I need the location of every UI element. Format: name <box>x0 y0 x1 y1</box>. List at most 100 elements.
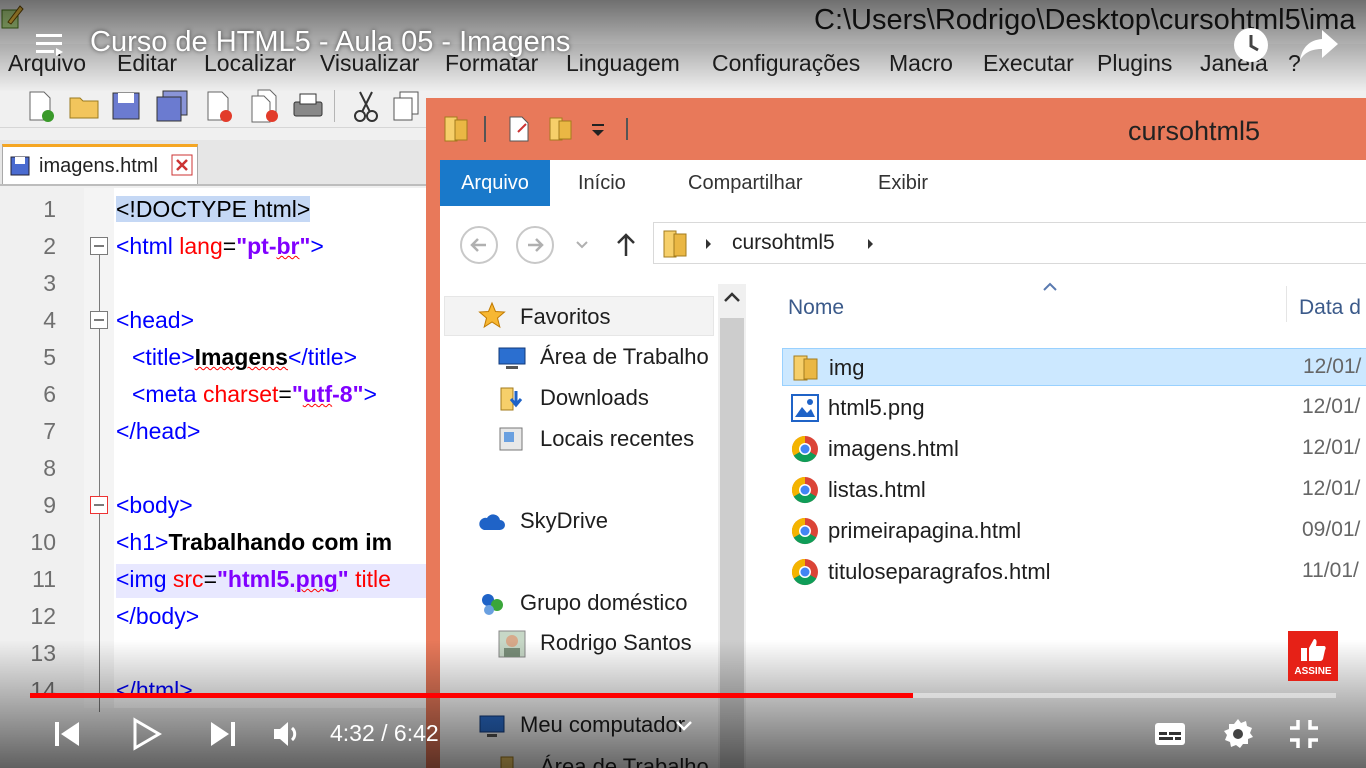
exit-fullscreen-icon[interactable] <box>1286 716 1322 752</box>
computer-icon <box>479 715 505 737</box>
playlist-menu-icon[interactable] <box>34 30 64 58</box>
back-button[interactable] <box>460 226 498 264</box>
scroll-up-icon[interactable] <box>718 284 746 312</box>
nav-homegroup[interactable]: Grupo doméstico <box>520 590 688 616</box>
homegroup-icon <box>482 594 503 615</box>
share-icon[interactable] <box>1298 26 1340 66</box>
string-token: "pt- <box>236 233 277 259</box>
forward-button[interactable] <box>516 226 554 264</box>
volume-icon[interactable] <box>268 716 304 752</box>
line-number: 9 <box>43 492 56 518</box>
column-header-date[interactable]: Data d <box>1299 296 1361 320</box>
save-icon[interactable] <box>108 88 144 124</box>
save-all-icon[interactable] <box>154 88 190 124</box>
attr-token: lang <box>179 233 223 259</box>
file-row-img[interactable]: img 12/01/ <box>782 348 1366 386</box>
scroll-thumb[interactable] <box>720 318 744 768</box>
menu-plugins[interactable]: Plugins <box>1097 50 1172 77</box>
cut-icon[interactable] <box>348 88 384 124</box>
nav-user[interactable]: Rodrigo Santos <box>540 630 692 656</box>
menu-macro[interactable]: Macro <box>889 50 953 77</box>
video-title[interactable]: Curso de HTML5 - Aula 05 - Imagens <box>90 26 570 59</box>
file-row-tituloseparagrafos-html[interactable]: tituloseparagrafos.html 11/01/ <box>782 553 1366 591</box>
previous-icon[interactable] <box>50 716 86 752</box>
image-icon <box>791 394 819 422</box>
chevron-down-icon[interactable] <box>672 714 696 738</box>
code-line-5: <title>Imagens</title> <box>132 344 357 371</box>
progress-bar[interactable] <box>30 693 1336 698</box>
line-number: 11 <box>32 566 56 592</box>
file-date: 12/01/ <box>1302 477 1361 500</box>
fold-toggle-body[interactable] <box>90 496 108 514</box>
print-icon[interactable] <box>290 88 326 124</box>
fold-toggle-head[interactable] <box>90 311 108 329</box>
open-file-icon[interactable] <box>66 88 102 124</box>
tag-token: > <box>363 381 377 407</box>
menu-linguagem[interactable]: Linguagem <box>566 50 680 77</box>
toolbar-separator <box>334 90 335 122</box>
tab-inicio[interactable]: Início <box>578 160 626 206</box>
nav-skydrive[interactable]: SkyDrive <box>520 508 608 534</box>
chrome-icon <box>791 517 818 545</box>
nav-desktop[interactable]: Área de Trabalho <box>540 344 709 370</box>
play-icon[interactable] <box>128 716 164 752</box>
file-row-html5-png[interactable]: html5.png 12/01/ <box>782 389 1366 427</box>
watch-later-icon[interactable] <box>1232 26 1270 64</box>
back-arrow-icon <box>470 238 486 252</box>
properties-icon[interactable] <box>504 114 534 144</box>
nav-recent-places[interactable]: Locais recentes <box>540 426 694 452</box>
tag-token: </title> <box>287 344 358 370</box>
nav-desktop-2[interactable]: Área de Trabalho <box>540 754 709 768</box>
line-number: 1 <box>43 196 56 222</box>
line-number: 5 <box>43 344 56 370</box>
file-row-listas-html[interactable]: listas.html 12/01/ <box>782 471 1366 509</box>
breadcrumb-chevron-icon[interactable] <box>866 237 876 251</box>
address-segment[interactable]: cursohtml5 <box>732 231 835 255</box>
string-token: -8" <box>332 381 364 407</box>
new-file-icon[interactable] <box>22 88 58 124</box>
code-editor[interactable]: 1 2 3 4 5 6 7 8 9 10 11 12 13 14 <!DOCTY… <box>0 188 436 712</box>
file-row-primeirapagina-html[interactable]: primeirapagina.html 09/01/ <box>782 512 1366 550</box>
customize-qat-icon[interactable] <box>588 114 608 144</box>
settings-gear-icon[interactable] <box>1220 716 1256 752</box>
column-separator[interactable] <box>1286 286 1287 322</box>
menu-executar[interactable]: Executar <box>983 50 1074 77</box>
line-number: 3 <box>43 270 56 296</box>
copy-icon[interactable] <box>390 88 426 124</box>
tab-arquivo[interactable]: Arquivo <box>440 160 550 206</box>
code-line-4: <head> <box>116 307 194 334</box>
address-bar[interactable]: cursohtml5 <box>653 222 1366 264</box>
tab-compartilhar[interactable]: Compartilhar <box>688 160 802 206</box>
nav-computer[interactable]: Meu computador <box>520 712 685 738</box>
close-file-icon[interactable] <box>200 88 236 124</box>
subscribe-watermark[interactable]: ASSINE <box>1288 631 1338 681</box>
new-folder-icon[interactable] <box>546 114 576 144</box>
line-number: 6 <box>43 381 56 407</box>
cloud-icon <box>479 514 505 530</box>
tag-token: </html> <box>116 677 193 703</box>
up-arrow-icon[interactable] <box>612 230 640 260</box>
explorer-title: cursohtml5 <box>1128 116 1261 146</box>
code-line-9: <body> <box>116 492 193 519</box>
file-date: 12/01/ <box>1302 436 1361 459</box>
nav-favorites[interactable]: Favoritos <box>520 304 610 330</box>
line-number-gutter: 1 2 3 4 5 6 7 8 9 10 11 12 13 14 <box>0 188 84 708</box>
string-token: utf <box>302 381 333 407</box>
tab-label: imagens.html <box>39 155 158 177</box>
tab-imagens-html[interactable]: imagens.html <box>2 144 198 184</box>
file-row-imagens-html[interactable]: imagens.html 12/01/ <box>782 430 1366 468</box>
recent-locations-chevron-icon[interactable] <box>574 238 590 252</box>
progress-played <box>30 693 913 698</box>
qat-separator <box>484 116 486 142</box>
menu-configuracoes[interactable]: Configurações <box>712 50 860 77</box>
tab-exibir[interactable]: Exibir <box>878 160 928 206</box>
file-name: imagens.html <box>828 436 959 461</box>
close-all-icon[interactable] <box>246 88 282 124</box>
fold-toggle-html[interactable] <box>90 237 108 255</box>
column-header-name[interactable]: Nome <box>788 296 844 320</box>
code-line-10: <h1>Trabalhando com im <box>116 529 392 556</box>
tab-close-icon[interactable] <box>171 154 193 176</box>
subtitles-icon[interactable] <box>1152 716 1188 752</box>
nav-downloads[interactable]: Downloads <box>540 385 649 411</box>
next-icon[interactable] <box>204 716 240 752</box>
